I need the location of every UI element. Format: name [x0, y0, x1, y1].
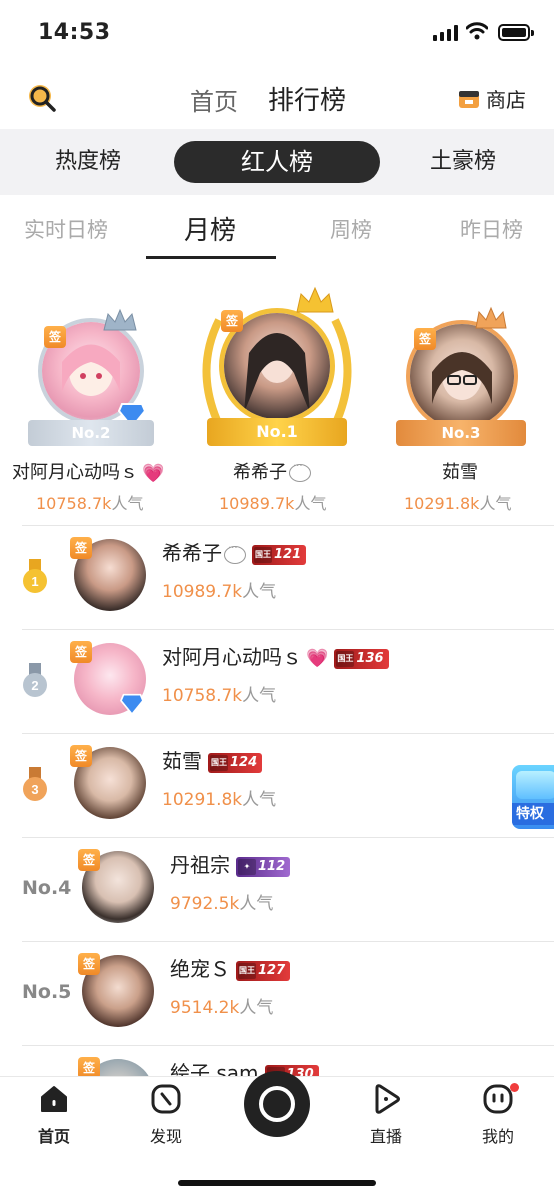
- chat-icon: [224, 543, 246, 564]
- svg-text:2: 2: [31, 678, 38, 693]
- podium-second[interactable]: 签 No.2 对阿月心动吗ｓ 💗 10758.7k人气: [0, 280, 180, 525]
- home-icon: [41, 1086, 67, 1112]
- podium-first[interactable]: 签 No.1 希希子 10989.7k人气: [185, 280, 369, 525]
- list-item[interactable]: No.5 签 绝宠Ｓ 国王 127 9514.2k人气: [0, 941, 554, 1045]
- top-three-podium: 签 No.2 对阿月心动吗ｓ 💗 10758.7k人气 签 No.1 希希子··…: [0, 280, 554, 525]
- popularity-score: 10989.7k人气: [219, 494, 327, 513]
- status-time: 14:53: [38, 20, 111, 45]
- level-badge: ✦ 112: [236, 856, 291, 877]
- crown-icon: [103, 308, 137, 331]
- tab-weekly[interactable]: 周榜: [330, 214, 372, 244]
- shop-button[interactable]: 商店: [458, 84, 526, 113]
- streamer-name: 对阿月心动吗ｓ 💗 国王 136: [162, 641, 389, 670]
- popularity-score: 10291.8k人气: [162, 790, 277, 810]
- compass-icon: [151, 1084, 181, 1114]
- level-badge: 国王 121: [252, 544, 307, 565]
- heart-icon: 💗: [306, 648, 329, 669]
- svg-text:3: 3: [31, 782, 38, 797]
- top-header: 首页 排行榜 商店: [0, 68, 554, 128]
- rank-number: No.5: [22, 981, 72, 1003]
- ranking-page: 14:53 首页 排行榜 商店 热度榜 红人榜 土豪榜 实时日榜 月榜 周榜 昨…: [0, 0, 554, 1200]
- bronze-medal-icon: 3: [23, 767, 47, 801]
- tab-discover-label: 发现: [149, 1127, 182, 1146]
- popularity-score: 9792.5k人气: [170, 894, 274, 914]
- level-badge: 国王 127: [236, 960, 291, 981]
- period-tabs: 实时日榜 月榜 周榜 昨日榜: [0, 196, 554, 260]
- sign-badge: 签: [70, 537, 92, 559]
- list-item[interactable]: No.4 签 丹祖宗 ✦ 112 9792.5k人气: [0, 837, 554, 941]
- crown-icon: [475, 306, 507, 329]
- tab-heat-rank[interactable]: 热度榜: [55, 129, 121, 195]
- tab-live[interactable]: 直播: [356, 1083, 416, 1147]
- camera-button[interactable]: [244, 1071, 310, 1137]
- category-tabs: 热度榜 红人榜 土豪榜: [0, 129, 554, 195]
- list-item[interactable]: 2 签 对阿月心动吗ｓ 💗 国王 136 10758.7k人气: [0, 629, 554, 733]
- nav-home-link[interactable]: 首页: [190, 82, 238, 117]
- tab-celebrity-rank[interactable]: 红人榜: [174, 141, 380, 183]
- notification-dot: [510, 1083, 519, 1092]
- streamer-name: 绝宠Ｓ 国王 127: [170, 953, 291, 982]
- rank-ribbon: No.3: [396, 420, 526, 446]
- sign-badge: 签: [414, 328, 436, 350]
- promo-label: 特权: [512, 803, 554, 825]
- battery-icon: [498, 24, 534, 41]
- sign-badge: 签: [78, 953, 100, 975]
- nav-rank-title[interactable]: 排行榜: [268, 80, 346, 117]
- home-indicator: [178, 1180, 376, 1186]
- level-badge: 国王 136: [334, 648, 389, 669]
- sign-badge: 签: [44, 326, 66, 348]
- tab-rich-rank[interactable]: 土豪榜: [430, 129, 496, 195]
- streamer-name: 希希子国王121: [162, 537, 307, 566]
- popularity-score: 9514.2k人气: [170, 998, 274, 1018]
- shop-label: 商店: [486, 88, 526, 112]
- popularity-score: 10758.7k人气: [36, 494, 144, 513]
- sign-badge: 签: [221, 310, 243, 332]
- popularity-score: 10989.7k人气: [162, 582, 277, 602]
- diamond-icon: [120, 693, 144, 715]
- sign-badge: 签: [70, 641, 92, 663]
- popularity-score: 10758.7k人气: [162, 686, 277, 706]
- rank-ribbon: No.2: [28, 420, 154, 446]
- camera-icon: [259, 1086, 295, 1122]
- promo-graphic: [516, 771, 554, 799]
- streamer-name: 茹雪: [442, 462, 478, 483]
- streamer-name: 对阿月心动吗ｓ 💗: [12, 462, 165, 484]
- tab-mine-label: 我的: [481, 1127, 514, 1146]
- rank-number: No.4: [22, 877, 72, 899]
- tab-home[interactable]: 首页: [24, 1083, 84, 1147]
- streamer-name: 希希子: [233, 458, 311, 484]
- silver-medal-icon: 2: [23, 663, 47, 697]
- list-item[interactable]: 1 签 希希子国王121 10989.7k人气: [0, 525, 554, 629]
- heart-icon: 💗: [142, 462, 165, 484]
- tab-realtime-daily[interactable]: 实时日榜: [24, 214, 108, 244]
- crown-icon: [296, 286, 334, 313]
- shop-icon: [459, 90, 479, 108]
- svg-text:1: 1: [31, 574, 38, 589]
- list-item[interactable]: 3 签 茹雪 国王 124 10291.8k人气: [0, 733, 554, 837]
- level-badge: 国王 124: [208, 752, 263, 773]
- tab-monthly[interactable]: 月榜: [184, 210, 236, 247]
- streamer-name: 茹雪 国王 124: [162, 745, 263, 774]
- streamer-name: 丹祖宗 ✦ 112: [170, 849, 291, 878]
- wifi-icon: [466, 22, 488, 40]
- privilege-promo-button[interactable]: 特权: [512, 765, 554, 829]
- tab-discover[interactable]: 发现: [136, 1083, 196, 1147]
- sign-badge: 签: [70, 745, 92, 767]
- chat-icon: [289, 461, 311, 482]
- popularity-score: 10291.8k人气: [404, 494, 512, 513]
- search-icon[interactable]: [26, 82, 58, 114]
- sign-badge: 签: [78, 849, 100, 871]
- ranking-list: 1 签 希希子国王121 10989.7k人气 2 签 对阿月心: [0, 525, 554, 1149]
- play-icon: [375, 1084, 400, 1114]
- tab-yesterday[interactable]: 昨日榜: [460, 214, 523, 244]
- podium-third[interactable]: 签 No.3 茹雪 10291.8k人气: [376, 280, 554, 525]
- rank-ribbon: No.1: [207, 418, 347, 446]
- active-tab-underline: [146, 256, 276, 259]
- tab-mine[interactable]: 我的: [468, 1083, 528, 1147]
- tab-home-label: 首页: [37, 1127, 70, 1146]
- signal-icon: [433, 25, 458, 41]
- gold-medal-icon: 1: [23, 559, 47, 593]
- tab-live-label: 直播: [369, 1127, 402, 1146]
- status-bar: 14:53: [0, 0, 554, 68]
